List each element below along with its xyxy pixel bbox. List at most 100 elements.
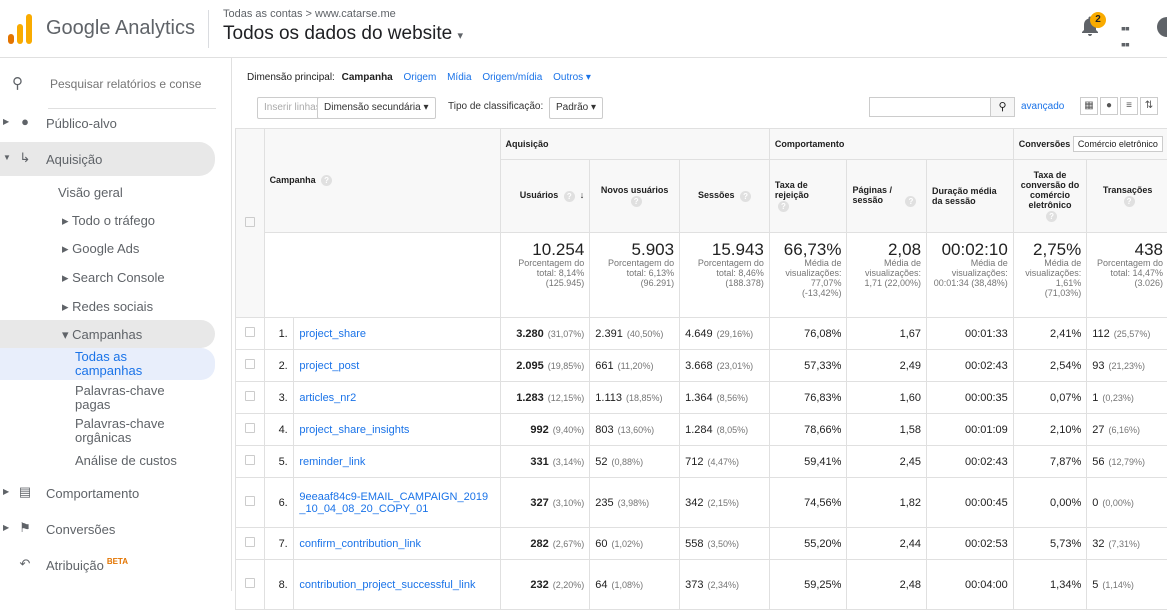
users-cell: 992(9,40%) (500, 414, 590, 446)
sidebar-item-label: ▸ Redes sociais (62, 299, 153, 315)
sort-type-dropdown[interactable]: Padrão ▾ (549, 97, 603, 119)
row-checkbox[interactable] (236, 350, 265, 382)
dimension-link-medium[interactable]: Mídia (447, 72, 471, 83)
sidebar-subitem-google-ads[interactable]: ▸ Google Ads (0, 234, 215, 262)
header-label: Transações (1103, 185, 1153, 195)
label-text: Google Ads (72, 241, 139, 256)
cell-value: 56 (1092, 456, 1104, 468)
sidebar-subitem-overview[interactable]: Visão geral (0, 178, 215, 206)
new-users-cell: 1.113(18,85%) (590, 382, 680, 414)
cell-percent: (12,15%) (548, 393, 585, 403)
total-value: 15.943 (685, 241, 764, 258)
dimension-link-source-medium[interactable]: Origem/mídia (482, 72, 542, 83)
advanced-filter-link[interactable]: avançado (1021, 101, 1064, 112)
transactions-cell: 112(25,57%) (1087, 318, 1167, 350)
table-search-input[interactable] (869, 97, 991, 117)
campaign-link[interactable]: project_post (299, 360, 359, 372)
sidebar-subitem-campaigns[interactable]: ▾ Campanhas (0, 320, 215, 348)
column-header-campaign[interactable]: Campanha ? (264, 129, 500, 233)
header-label: Novos usuários (601, 185, 669, 195)
campaign-cell: confirm_contribution_link (294, 528, 500, 560)
performance-view-icon[interactable]: ≡ (1120, 97, 1138, 115)
column-header-avg-session-duration[interactable]: Duração média da sessão (927, 160, 1014, 233)
campaign-link[interactable]: project_share (299, 328, 366, 340)
view-selector[interactable]: Todos os dados do website ▾ (223, 23, 463, 45)
row-checkbox[interactable] (236, 446, 265, 478)
column-header-pages-per-session[interactable]: Páginas / sessão? (847, 160, 927, 233)
sidebar-item-attribution[interactable]: ↶ AtribuiçãoBETA (0, 550, 232, 580)
search-input[interactable]: Pesquisar relatórios e conse (50, 77, 201, 91)
row-checkbox[interactable] (236, 382, 265, 414)
dimension-link-other[interactable]: Outros (553, 72, 583, 83)
help-icon[interactable]: ? (564, 191, 575, 202)
help-icon[interactable]: ? (631, 196, 642, 207)
transactions-cell: 1(0,23%) (1087, 382, 1167, 414)
row-checkbox[interactable] (236, 478, 265, 528)
column-header-transactions[interactable]: Transações? (1087, 160, 1167, 233)
secondary-dimension-dropdown[interactable]: Dimensão secundária ▾ (317, 97, 436, 119)
column-header-sessions[interactable]: Sessões ? (680, 160, 770, 233)
help-icon[interactable]: ? (1046, 211, 1057, 222)
apps-icon[interactable]: ▪▪▪▪ (1121, 20, 1129, 52)
help-icon[interactable]: ? (321, 175, 332, 186)
cell-value: 327 (530, 497, 548, 509)
row-checkbox[interactable] (236, 528, 265, 560)
column-header-ecommerce-conversion-rate[interactable]: Taxa de conversão do comércio eletrônico… (1013, 160, 1086, 233)
help-icon[interactable]: ? (778, 201, 789, 212)
help-icon[interactable]: ? (1124, 196, 1135, 207)
search-icon[interactable]: ⚲ (991, 97, 1015, 117)
sidebar-item-acquisition[interactable]: ▼ ↳ Aquisição (0, 142, 215, 176)
table-row: 2.project_post2.095(19,85%)661(11,20%)3.… (236, 350, 1167, 382)
sidebar-item-conversions[interactable]: ▶ ⚑ Conversões (0, 514, 232, 544)
total-bounce-rate: 66,73%Média de visualizações: 77,07% (-1… (769, 233, 847, 318)
sidebar-subitem-all-campaigns[interactable]: Todas as campanhas (0, 348, 215, 380)
new-users-cell: 60(1,02%) (590, 528, 680, 560)
cell-value: 712 (685, 456, 703, 468)
sidebar-subitem-search-console[interactable]: ▸ Search Console (0, 263, 215, 291)
comparison-view-icon[interactable]: ⇅ (1140, 97, 1158, 115)
column-header-new-users[interactable]: Novos usuários? (590, 160, 680, 233)
campaign-link[interactable]: project_share_insights (299, 424, 409, 436)
avatar[interactable] (1157, 17, 1167, 37)
column-header-users[interactable]: Usuários ? ↓ (500, 160, 590, 233)
row-checkbox[interactable] (236, 560, 265, 610)
flag-icon: ⚑ (16, 520, 34, 536)
search-bar[interactable]: ⚲ Pesquisar relatórios e conse (0, 68, 232, 100)
sidebar-subitem-social[interactable]: ▸ Redes sociais (0, 292, 215, 320)
help-icon[interactable]: ? (905, 196, 916, 207)
sessions-cell: 1.284(8,05%) (680, 414, 770, 446)
column-header-bounce-rate[interactable]: Taxa de rejeição? (769, 160, 847, 233)
caret-right-icon: ▶ (3, 487, 9, 496)
label-text: Search Console (72, 270, 165, 285)
cell-value: 3.280 (516, 328, 544, 340)
row-checkbox[interactable] (236, 414, 265, 446)
total-detail: Porcentagem do total: 6,13% (96.291) (595, 258, 674, 288)
sidebar-subitem-organic-keywords[interactable]: Palavras-chave orgânicas (0, 415, 215, 447)
breadcrumb[interactable]: Todas as contas > www.catarse.me (223, 8, 396, 20)
table-toolbar: Inserir linhas Dimensão secundária ▾ Tip… (247, 95, 1167, 121)
campaign-link[interactable]: contribution_project_successful_link (299, 579, 475, 591)
cell-percent: (2,15%) (707, 498, 739, 508)
pie-view-icon[interactable]: ● (1100, 97, 1118, 115)
total-pages-per-session: 2,08Média de visualizações: 1,71 (22,00%… (847, 233, 927, 318)
sidebar-item-label: Aquisição (46, 152, 102, 167)
sidebar-subitem-all-traffic[interactable]: ▸ Todo o tráfego (0, 206, 215, 234)
sidebar-subitem-cost-analysis[interactable]: Análise de custos (0, 452, 215, 476)
sidebar-item-behavior[interactable]: ▶ ▤ Comportamento (0, 478, 232, 508)
campaign-cell: project_share_insights (294, 414, 500, 446)
help-icon[interactable]: ? (740, 191, 751, 202)
campaign-link[interactable]: reminder_link (299, 456, 365, 468)
campaign-link[interactable]: articles_nr2 (299, 392, 356, 404)
select-all-checkbox[interactable] (236, 129, 265, 318)
row-checkbox[interactable] (236, 318, 265, 350)
conversion-type-dropdown[interactable]: Comércio eletrônico (1073, 136, 1163, 152)
campaign-link[interactable]: confirm_contribution_link (299, 538, 421, 550)
dimension-link-source[interactable]: Origem (404, 72, 437, 83)
sidebar-item-audience[interactable]: ▶ ● Público-alvo (0, 108, 232, 138)
total-value: 00:02:10 (932, 241, 1008, 258)
campaign-link[interactable]: 9eeaaf84c9-EMAIL_CAMPAIGN_2019_10_04_08_… (299, 491, 489, 515)
cell-percent: (11,20%) (618, 361, 654, 371)
caret-right-icon: ▶ (3, 523, 9, 532)
sidebar-subitem-paid-keywords[interactable]: Palavras-chave pagas (0, 382, 215, 414)
table-view-icon[interactable]: ▦ (1080, 97, 1098, 115)
